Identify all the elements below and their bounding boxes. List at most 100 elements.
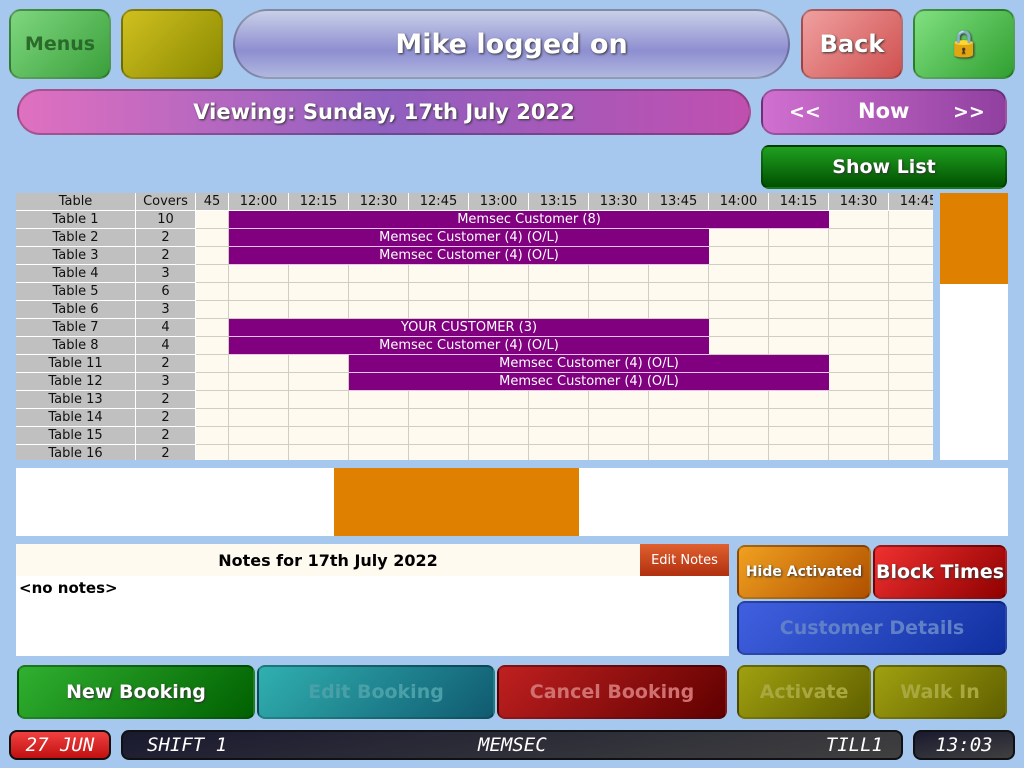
grid-cell[interactable]	[229, 373, 289, 391]
grid-cell[interactable]	[469, 391, 529, 409]
grid-cell[interactable]	[289, 355, 349, 373]
grid-cell[interactable]	[349, 301, 409, 319]
grid-cell[interactable]	[589, 283, 649, 301]
grid-cell[interactable]	[289, 265, 349, 283]
grid-cell[interactable]	[196, 409, 229, 427]
grid-cell[interactable]	[196, 427, 229, 445]
grid-cell[interactable]	[469, 409, 529, 427]
grid-cell[interactable]	[829, 409, 889, 427]
grid-cell[interactable]	[709, 337, 769, 355]
grid-cell[interactable]	[349, 427, 409, 445]
grid-cell[interactable]	[589, 409, 649, 427]
grid-cell[interactable]	[769, 445, 829, 460]
grid-cell[interactable]	[349, 391, 409, 409]
customer-details-button[interactable]: Customer Details	[737, 601, 1007, 655]
grid-cell[interactable]	[649, 265, 709, 283]
lock-button[interactable]: 🔒	[913, 9, 1015, 79]
grid-cell[interactable]	[469, 427, 529, 445]
grid-cell[interactable]	[769, 427, 829, 445]
activate-button[interactable]: Activate	[737, 665, 871, 719]
grid-cell[interactable]	[829, 391, 889, 409]
grid-cell[interactable]	[829, 211, 889, 229]
grid-cell[interactable]	[829, 283, 889, 301]
grid-cell[interactable]	[829, 247, 889, 265]
next-day-button[interactable]: >>	[953, 101, 985, 123]
walk-in-button[interactable]: Walk In	[873, 665, 1007, 719]
booking-block[interactable]: Memsec Customer (4) (O/L)	[229, 247, 709, 265]
grid-cell[interactable]	[409, 445, 469, 460]
grid-cell[interactable]	[529, 445, 589, 460]
grid-cell[interactable]	[196, 373, 229, 391]
grid-cell[interactable]	[196, 337, 229, 355]
grid-cell[interactable]	[289, 445, 349, 460]
booking-block[interactable]: Memsec Customer (4) (O/L)	[229, 337, 709, 355]
grid-cell[interactable]	[709, 265, 769, 283]
menus-button[interactable]: Menus	[9, 9, 111, 79]
grid-cell[interactable]	[649, 283, 709, 301]
grid-cell[interactable]	[769, 391, 829, 409]
grid-cell[interactable]	[589, 445, 649, 460]
grid-cell[interactable]	[469, 265, 529, 283]
grid-cell[interactable]	[829, 445, 889, 460]
grid-cell[interactable]	[769, 409, 829, 427]
grid-cell[interactable]	[289, 301, 349, 319]
grid-cell[interactable]	[409, 283, 469, 301]
grid-cell[interactable]	[829, 301, 889, 319]
grid-cell[interactable]	[769, 337, 829, 355]
grid-cell[interactable]	[529, 427, 589, 445]
booking-block[interactable]: Memsec Customer (4) (O/L)	[349, 373, 829, 391]
booking-block[interactable]: YOUR CUSTOMER (3)	[229, 319, 709, 337]
grid-cell[interactable]	[529, 301, 589, 319]
grid-cell[interactable]	[649, 445, 709, 460]
grid-cell[interactable]	[196, 283, 229, 301]
booking-block[interactable]: Memsec Customer (4) (O/L)	[229, 229, 709, 247]
grid-cell[interactable]	[709, 301, 769, 319]
grid-cell[interactable]	[409, 265, 469, 283]
grid-cell[interactable]	[649, 301, 709, 319]
grid-cell[interactable]	[229, 283, 289, 301]
edit-booking-button[interactable]: Edit Booking	[257, 665, 495, 719]
grid-cell[interactable]	[409, 301, 469, 319]
prev-day-button[interactable]: <<	[789, 101, 821, 123]
grid-cell[interactable]	[829, 373, 889, 391]
grid-cell[interactable]	[769, 265, 829, 283]
grid-cell[interactable]	[889, 445, 933, 460]
grid-cell[interactable]	[469, 445, 529, 460]
grid-cell[interactable]	[349, 265, 409, 283]
grid-cell[interactable]	[196, 211, 229, 229]
grid-cell[interactable]	[589, 427, 649, 445]
grid-cell[interactable]	[829, 229, 889, 247]
grid-cell[interactable]	[769, 247, 829, 265]
grid-cell[interactable]	[409, 391, 469, 409]
grid-cell[interactable]	[709, 409, 769, 427]
grid-cell[interactable]	[196, 391, 229, 409]
booking-block[interactable]: Memsec Customer (4) (O/L)	[349, 355, 829, 373]
grid-cell[interactable]	[889, 391, 933, 409]
grid-cell[interactable]	[889, 427, 933, 445]
vertical-scrollbar[interactable]	[940, 193, 1008, 460]
hide-activated-button[interactable]: Hide Activated	[737, 545, 871, 599]
grid-cell[interactable]	[529, 265, 589, 283]
grid-cell[interactable]	[196, 319, 229, 337]
grid-cell[interactable]	[829, 265, 889, 283]
grid-cell[interactable]	[229, 355, 289, 373]
grid-cell[interactable]	[469, 301, 529, 319]
grid-cell[interactable]	[589, 265, 649, 283]
grid-cell[interactable]	[469, 283, 529, 301]
grid-cell[interactable]	[229, 427, 289, 445]
grid-cell[interactable]	[769, 229, 829, 247]
grid-cell[interactable]	[829, 427, 889, 445]
grid-cell[interactable]	[709, 247, 769, 265]
grid-cell[interactable]	[829, 355, 889, 373]
grid-cell[interactable]	[829, 319, 889, 337]
grid-cell[interactable]	[889, 301, 933, 319]
grid-cell[interactable]	[196, 247, 229, 265]
grid-cell[interactable]	[409, 427, 469, 445]
grid-cell[interactable]	[889, 337, 933, 355]
grid-cell[interactable]	[229, 445, 289, 460]
booking-block[interactable]: Memsec Customer (8)	[229, 211, 829, 229]
grid-cell[interactable]	[709, 283, 769, 301]
now-button[interactable]: Now	[858, 99, 909, 123]
grid-cell[interactable]	[196, 265, 229, 283]
grid-cell[interactable]	[289, 283, 349, 301]
